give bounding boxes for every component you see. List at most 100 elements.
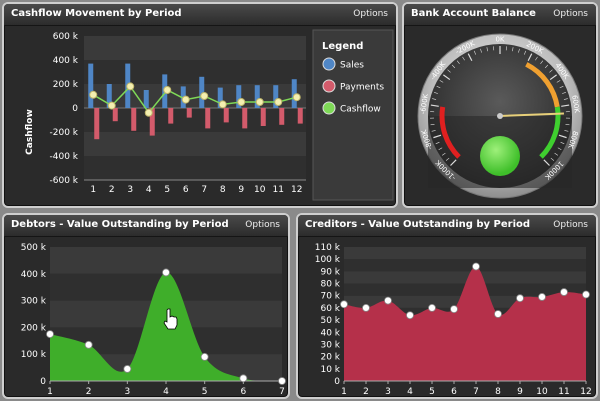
creditors-plot-y-tick: 40 k bbox=[320, 328, 340, 338]
cashflow-y-axis-label: Cashflow bbox=[25, 109, 35, 155]
cashflow-point bbox=[144, 108, 153, 117]
cashflow-gridband bbox=[84, 60, 306, 84]
creditors-plot-y-tick: 70 k bbox=[320, 292, 340, 302]
payments-bar bbox=[94, 108, 100, 140]
legend-cashflow-label: Cashflow bbox=[340, 105, 381, 115]
cashflow-x-tick: 1 bbox=[90, 185, 96, 195]
debtors-plot-x-tick: 5 bbox=[202, 387, 208, 397]
cashflow-point bbox=[107, 101, 116, 110]
cashflow-y-tick: -400 k bbox=[50, 152, 79, 162]
creditors-plot-x-tick: 3 bbox=[385, 387, 391, 397]
creditors-chart: 110 k100 k90 k80 k70 k60 k50 k40 k30 k20… bbox=[315, 243, 592, 397]
debtors-plot-point bbox=[46, 330, 54, 338]
cashflow-point bbox=[218, 100, 227, 109]
cashflow-x-tick: 2 bbox=[109, 185, 115, 195]
cashflow-point bbox=[181, 95, 190, 104]
creditors-plot-point bbox=[450, 305, 458, 314]
payments-bar bbox=[131, 108, 137, 131]
payments-bar bbox=[242, 108, 248, 129]
creditors-plot-point bbox=[516, 294, 524, 303]
bank-balance-panel-title: Bank Account Balance bbox=[411, 8, 536, 19]
creditors-plot-point bbox=[538, 293, 546, 301]
payments-bar bbox=[112, 108, 118, 122]
legend-payments-label: Payments bbox=[340, 83, 384, 93]
cashflow-x-tick: 4 bbox=[146, 185, 152, 195]
cashflow-y-tick: 200 k bbox=[53, 80, 79, 90]
creditors-plot-point bbox=[428, 304, 436, 312]
debtors-plot-point bbox=[239, 374, 248, 383]
cashflow-point bbox=[89, 90, 98, 99]
cashflow-panel: Cashflow Movement by Period Options Cash… bbox=[2, 2, 398, 208]
cashflow-x-tick: 3 bbox=[127, 185, 133, 195]
cashflow-x-tick: 5 bbox=[164, 185, 170, 195]
payments-bar bbox=[260, 108, 266, 126]
debtors-plot-point bbox=[162, 268, 170, 277]
cashflow-panel-header: Cashflow Movement by Period Options bbox=[4, 4, 396, 26]
creditors-plot-y-tick: 100 k bbox=[315, 255, 341, 265]
payments-bar bbox=[297, 108, 303, 124]
debtors-plot-point bbox=[84, 340, 93, 349]
creditors-plot-x-tick: 7 bbox=[473, 387, 479, 397]
cashflow-point bbox=[274, 98, 283, 106]
debtors-plot-point bbox=[200, 352, 209, 361]
bank-balance-options-button[interactable]: Options bbox=[553, 9, 588, 19]
creditors-plot-y-tick: 30 k bbox=[320, 340, 340, 350]
cashflow-gridband bbox=[84, 36, 306, 60]
creditors-plot-x-tick: 10 bbox=[536, 387, 548, 397]
cashflow-x-tick: 7 bbox=[201, 185, 207, 195]
debtors-plot-x-tick: 1 bbox=[47, 387, 53, 397]
creditors-plot-gridband bbox=[344, 247, 586, 260]
creditors-plot-x-tick: 2 bbox=[363, 387, 369, 397]
cashflow-x-tick: 9 bbox=[238, 185, 244, 195]
cashflow-point bbox=[200, 92, 209, 100]
cashflow-x-tick: 10 bbox=[254, 185, 266, 195]
legend-cashflow-icon bbox=[322, 101, 336, 115]
cashflow-x-tick: 11 bbox=[273, 185, 284, 195]
debtors-plot-y-tick: 300 k bbox=[21, 297, 47, 307]
creditors-options-button[interactable]: Options bbox=[553, 220, 588, 230]
cashflow-y-tick: 600 k bbox=[53, 32, 79, 42]
creditors-plot-x-tick: 9 bbox=[517, 387, 523, 397]
bank-balance-panel-header: Bank Account Balance Options bbox=[404, 4, 596, 26]
cashflow-options-button[interactable]: Options bbox=[353, 9, 388, 19]
cashflow-x-tick: 12 bbox=[291, 185, 302, 195]
debtors-plot-y-tick: 400 k bbox=[21, 270, 47, 280]
debtors-chart: 500 k 400 k 300 k 200 k 100 k 01 2 3 4 5 6 7 bbox=[21, 243, 286, 397]
cashflow-point bbox=[126, 82, 135, 91]
legend-sales-label: Sales bbox=[340, 61, 364, 71]
debtors-panel: Debtors - Value Outstanding by Period Op… bbox=[2, 213, 290, 399]
creditors-plot-point bbox=[362, 304, 370, 312]
cashflow-gridband bbox=[84, 132, 306, 156]
payments-bar bbox=[186, 108, 192, 118]
cashflow-x-tick: 6 bbox=[183, 185, 189, 195]
cashflow-gridband bbox=[84, 156, 306, 180]
creditors-plot-point bbox=[384, 296, 392, 305]
cashflow-chart: Cashflow 600 k 400 k 200 k 0 -200 k -400 k -60… bbox=[25, 29, 394, 201]
creditors-plot-y-tick: 20 k bbox=[320, 353, 340, 363]
cashflow-gridband bbox=[84, 84, 306, 108]
cashflow-y-tick: 0 bbox=[72, 104, 78, 114]
debtors-options-button[interactable]: Options bbox=[245, 220, 280, 230]
cashflow-point bbox=[163, 86, 172, 94]
legend-sales-icon bbox=[322, 57, 336, 71]
creditors-plot-point bbox=[582, 290, 590, 299]
creditors-plot-y-tick: 50 k bbox=[320, 316, 340, 326]
cashflow-y-tick: -200 k bbox=[50, 128, 79, 138]
creditors-plot-y-tick: 90 k bbox=[320, 267, 340, 277]
debtors-panel-title: Debtors - Value Outstanding by Period bbox=[11, 219, 229, 230]
payments-bar bbox=[205, 108, 211, 129]
legend-title: Legend bbox=[322, 41, 363, 52]
creditors-plot-x-tick: 12 bbox=[580, 387, 591, 397]
payments-bar bbox=[279, 108, 285, 125]
creditors-plot-y-tick: 60 k bbox=[320, 304, 340, 314]
debtors-plot-x-tick: 3 bbox=[124, 387, 130, 397]
cashflow-point bbox=[255, 98, 264, 106]
payments-bar bbox=[168, 108, 174, 124]
debtors-plot-y-tick: 500 k bbox=[21, 243, 47, 253]
creditors-plot-y-tick: 10 k bbox=[320, 365, 340, 375]
cashflow-legend: Legend Sales Payments Cashflow bbox=[312, 29, 394, 201]
creditors-plot-gridband bbox=[344, 259, 586, 272]
creditors-plot-x-tick: 6 bbox=[451, 387, 457, 397]
cashflow-point bbox=[292, 93, 301, 102]
creditors-plot-x-tick: 5 bbox=[429, 387, 435, 397]
